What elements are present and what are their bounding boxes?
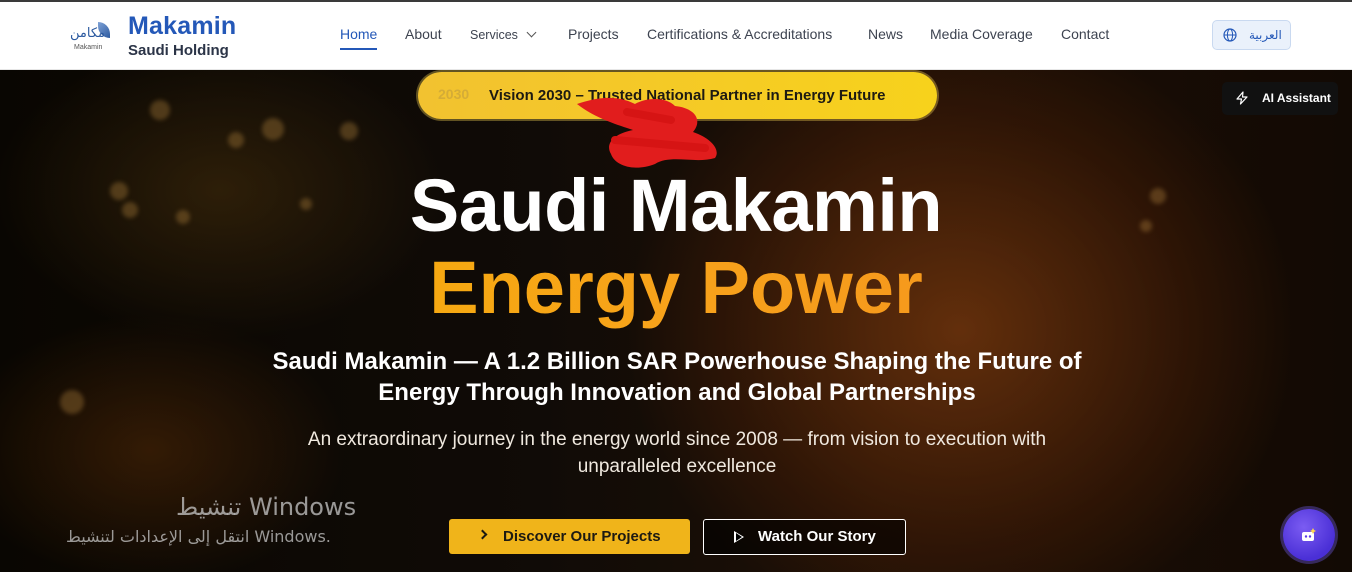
- nav-services-label: Services: [470, 28, 518, 42]
- chat-icon: [1302, 528, 1316, 541]
- language-switch-button[interactable]: العربية: [1212, 20, 1291, 50]
- logo-english-text: Makamin: [74, 44, 103, 51]
- ai-assistant-label: AI Assistant: [1262, 91, 1331, 105]
- globe-icon: [1223, 28, 1237, 42]
- discover-projects-button[interactable]: Discover Our Projects: [449, 519, 690, 554]
- hero-subtitle: Saudi Makamin — A 1.2 Billion SAR Powerh…: [272, 348, 1082, 406]
- language-switch-label: العربية: [1249, 28, 1282, 42]
- watch-story-label: Watch Our Story: [758, 528, 876, 545]
- chevron-right-icon: [477, 529, 488, 540]
- nav-projects[interactable]: Projects: [568, 26, 619, 42]
- brand-name: Makamin: [128, 12, 237, 40]
- nav-contact[interactable]: Contact: [1061, 26, 1109, 42]
- discover-projects-label: Discover Our Projects: [503, 528, 661, 545]
- red-scribble-annotation: [577, 97, 717, 168]
- vision-2030-logo: 2030: [438, 86, 470, 102]
- nav-news[interactable]: News: [868, 26, 903, 42]
- hero-title: Saudi Makamin: [409, 164, 943, 247]
- site-header: مكامن Makamin Makamin Saudi Holding Home…: [0, 2, 1352, 70]
- nav-certifications[interactable]: Certifications & Accreditations: [647, 26, 832, 42]
- hero-lead: An extraordinary journey in the energy w…: [307, 429, 1047, 477]
- lightning-icon: [1236, 91, 1248, 105]
- chat-fab-button[interactable]: [1283, 509, 1335, 561]
- logo-arabic-text: مكامن: [70, 26, 105, 41]
- watch-story-button[interactable]: Watch Our Story: [703, 519, 906, 555]
- logo-mark: مكامن Makamin: [68, 22, 114, 56]
- windows-activation-title: تنشيط Windows: [176, 493, 357, 521]
- hero-title-highlight: Energy Power: [0, 245, 1352, 330]
- nav-media-coverage[interactable]: Media Coverage: [930, 26, 1033, 42]
- brand-subtitle: Saudi Holding: [128, 42, 229, 59]
- hero-section: 2030 Vision 2030 – Trusted National Part…: [0, 70, 1352, 572]
- nav-about[interactable]: About: [405, 26, 442, 42]
- nav-home[interactable]: Home: [340, 26, 378, 50]
- windows-activation-subtitle: انتقل إلى الإعدادات لتنشيط Windows.: [66, 527, 331, 546]
- chevron-down-icon: [526, 27, 537, 38]
- nav-services[interactable]: Services: [470, 27, 537, 42]
- ai-assistant-button[interactable]: AI Assistant: [1222, 82, 1338, 115]
- logo[interactable]: مكامن Makamin Makamin Saudi Holding: [68, 12, 248, 60]
- play-icon: [734, 531, 744, 543]
